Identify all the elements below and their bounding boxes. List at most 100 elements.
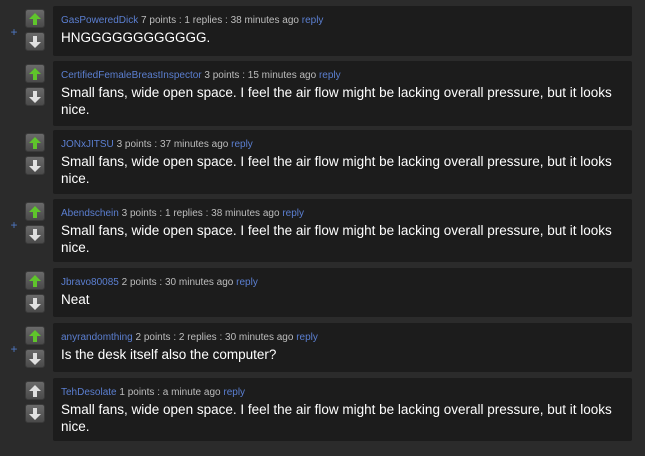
comment-author[interactable]: CertifiedFemaleBreastInspector — [61, 70, 202, 81]
meta-separator: : — [205, 208, 209, 219]
reply-link[interactable]: reply — [319, 70, 341, 81]
upvote-arrow-icon — [29, 384, 41, 397]
comment-time: 38 minutes ago — [230, 15, 299, 26]
comment-time: 37 minutes ago — [159, 139, 229, 150]
downvote-button[interactable] — [25, 349, 45, 368]
upvote-arrow-shape — [29, 12, 41, 25]
meta-separator: : — [159, 208, 163, 219]
downvote-button[interactable] — [25, 225, 45, 244]
meta-separator: : — [225, 15, 228, 26]
reply-link[interactable]: reply — [236, 277, 258, 288]
comment-meta: Abendschein 3 points : 1 replies : 38 mi… — [61, 207, 624, 220]
downvote-button[interactable] — [25, 87, 45, 106]
comment-meta: TehDesolate 1 points : a minute ago repl… — [61, 386, 624, 399]
comment-author[interactable]: anyrandomthing — [61, 332, 133, 343]
comment: JONxJITSU 3 points : 37 minutes ago repl… — [0, 130, 645, 194]
upvote-button[interactable] — [25, 326, 45, 345]
comment-time: a minute ago — [162, 387, 221, 398]
comment-time: 30 minutes ago — [164, 277, 234, 288]
vote-controls — [25, 326, 45, 368]
expand-replies-button[interactable]: + — [9, 343, 19, 355]
comment-points: 3 points — [204, 70, 240, 81]
downvote-arrow-icon — [29, 35, 41, 48]
comment-box: CertifiedFemaleBreastInspector 3 points … — [53, 61, 632, 126]
downvote-arrow-shape — [29, 352, 41, 365]
upvote-arrow-shape — [29, 384, 41, 397]
meta-separator: : — [219, 332, 223, 343]
downvote-button[interactable] — [25, 404, 45, 423]
upvote-arrow-icon — [29, 274, 41, 287]
vote-controls — [25, 64, 45, 106]
comment-box: TehDesolate 1 points : a minute ago repl… — [53, 378, 632, 441]
upvote-arrow-shape — [29, 329, 41, 342]
upvote-arrow-icon — [29, 67, 41, 80]
upvote-arrow-shape — [29, 67, 41, 80]
expand-replies-button[interactable]: + — [9, 219, 19, 231]
upvote-button[interactable] — [25, 271, 45, 290]
comment-meta: GasPoweredDick 7 points : 1 replies : 38… — [61, 14, 624, 27]
vote-controls — [25, 133, 45, 175]
meta-separator: : — [173, 332, 177, 343]
comment-body: Small fans, wide open space. I feel the … — [61, 402, 612, 434]
comment-body: Neat — [61, 292, 90, 307]
downvote-arrow-icon — [29, 228, 41, 241]
comment-points: 2 points — [135, 332, 171, 343]
comment-thread: + GasPoweredDick 7 points : 1 replies : … — [0, 0, 645, 456]
reply-link[interactable]: reply — [282, 208, 304, 219]
comment-points: 7 points — [141, 15, 177, 26]
comment-meta: JONxJITSU 3 points : 37 minutes ago repl… — [61, 138, 624, 151]
upvote-button[interactable] — [25, 381, 45, 400]
comment-meta: anyrandomthing 2 points : 2 replies : 30… — [61, 331, 624, 344]
comment-box: GasPoweredDick 7 points : 1 replies : 38… — [53, 6, 632, 56]
reply-link[interactable]: reply — [296, 332, 318, 343]
reply-link[interactable]: reply — [223, 387, 245, 398]
comment-box: Jbravo80085 2 points : 30 minutes ago re… — [53, 268, 632, 317]
comment-body: HNGGGGGGGGGGGG. — [61, 30, 211, 45]
upvote-arrow-icon — [29, 12, 41, 25]
downvote-arrow-icon — [29, 352, 41, 365]
meta-separator: : — [178, 15, 182, 26]
expand-replies-button[interactable]: + — [9, 26, 19, 38]
reply-link[interactable]: reply — [302, 15, 324, 26]
upvote-button[interactable] — [25, 202, 45, 221]
upvote-arrow-icon — [29, 136, 41, 149]
comment: CertifiedFemaleBreastInspector 3 points … — [0, 61, 645, 126]
comment-time: 15 minutes ago — [247, 70, 317, 81]
meta-separator: : — [159, 277, 163, 288]
comment: + anyrandomthing 2 points : 2 replies : … — [0, 323, 645, 372]
downvote-arrow-icon — [29, 159, 41, 172]
comment-replies-count: 1 replies — [164, 208, 203, 219]
comment-replies-count: 2 replies — [178, 332, 217, 343]
vote-controls — [25, 381, 45, 423]
reply-link[interactable]: reply — [231, 139, 253, 150]
meta-separator: : — [157, 387, 160, 398]
comment-body: Small fans, wide open space. I feel the … — [61, 85, 612, 117]
comment-points: 3 points — [121, 208, 157, 219]
downvote-button[interactable] — [25, 32, 45, 51]
comment-points: 2 points — [121, 277, 157, 288]
comment-author[interactable]: Jbravo80085 — [61, 277, 119, 288]
upvote-button[interactable] — [25, 64, 45, 83]
upvote-arrow-icon — [29, 205, 41, 218]
downvote-arrow-shape — [29, 90, 41, 103]
upvote-button[interactable] — [25, 9, 45, 28]
downvote-arrow-icon — [29, 407, 41, 420]
upvote-button[interactable] — [25, 133, 45, 152]
upvote-arrow-shape — [29, 274, 41, 287]
comment-meta: Jbravo80085 2 points : 30 minutes ago re… — [61, 276, 624, 289]
comment-author[interactable]: JONxJITSU — [61, 139, 114, 150]
comment: Jbravo80085 2 points : 30 minutes ago re… — [0, 268, 645, 317]
comment-time: 30 minutes ago — [225, 332, 294, 343]
comment-author[interactable]: Abendschein — [61, 208, 119, 219]
downvote-button[interactable] — [25, 294, 45, 313]
comment-replies-count: 1 replies — [184, 15, 223, 26]
comment-box: anyrandomthing 2 points : 2 replies : 30… — [53, 323, 632, 372]
downvote-button[interactable] — [25, 156, 45, 175]
comment-body: Is the desk itself also the computer? — [61, 347, 277, 362]
comment-body: Small fans, wide open space. I feel the … — [61, 223, 612, 255]
vote-controls — [25, 9, 45, 51]
downvote-arrow-shape — [29, 407, 41, 420]
comment-points: 1 points — [119, 387, 155, 398]
comment-author[interactable]: TehDesolate — [61, 387, 117, 398]
comment-author[interactable]: GasPoweredDick — [61, 15, 138, 26]
